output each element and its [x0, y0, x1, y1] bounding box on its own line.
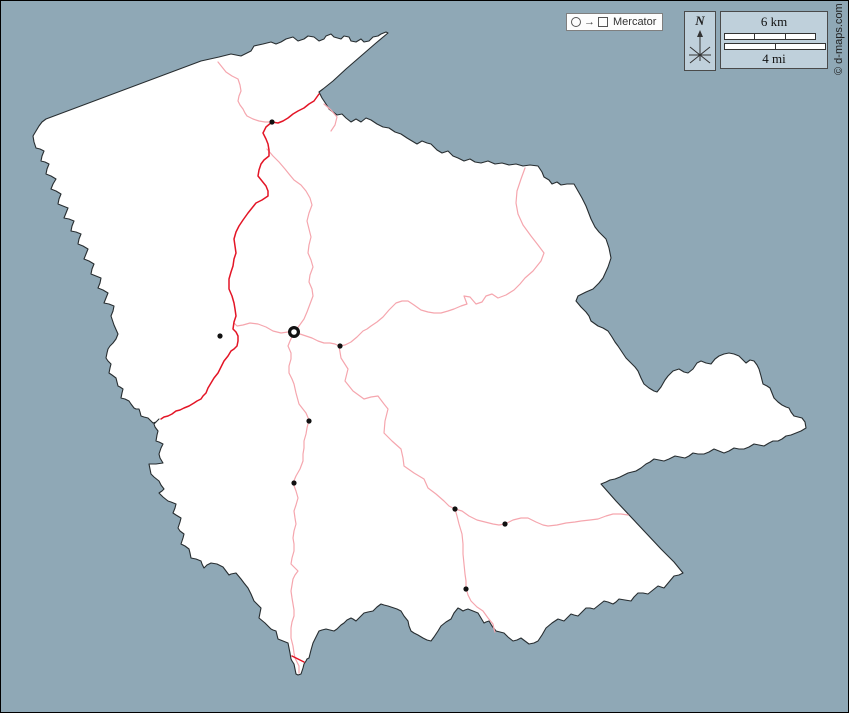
blank-map: [1, 1, 849, 713]
compass-north-label: N: [685, 14, 715, 28]
compass-rose: N: [684, 11, 716, 71]
city-dot: [452, 506, 457, 511]
scale-mi-label: 4 mi: [721, 52, 827, 66]
projection-badge: → Mercator: [566, 13, 663, 31]
projection-label: Mercator: [611, 17, 656, 28]
city-dot: [217, 333, 222, 338]
capital-marker: [290, 328, 299, 337]
map-canvas: → Mercator N 6 km 4 mi © d-maps.com: [0, 0, 849, 713]
scale-mi-bar: [724, 43, 826, 50]
city-dot: [337, 343, 342, 348]
compass-needle-icon: [685, 28, 715, 68]
arrow-right-icon: →: [584, 17, 595, 28]
city-dot: [306, 418, 311, 423]
scale-km-bar: [724, 33, 816, 40]
flat-square-icon: [598, 17, 608, 27]
scale-km-label: 6 km: [721, 15, 827, 29]
city-dot: [502, 521, 507, 526]
globe-circle-icon: [571, 17, 581, 27]
city-dot: [463, 586, 468, 591]
scale-bar: 6 km 4 mi: [720, 11, 828, 69]
copyright-credit: © d-maps.com: [833, 3, 845, 75]
region-outline: [33, 32, 806, 675]
city-dot: [291, 480, 296, 485]
city-dot: [269, 119, 274, 124]
